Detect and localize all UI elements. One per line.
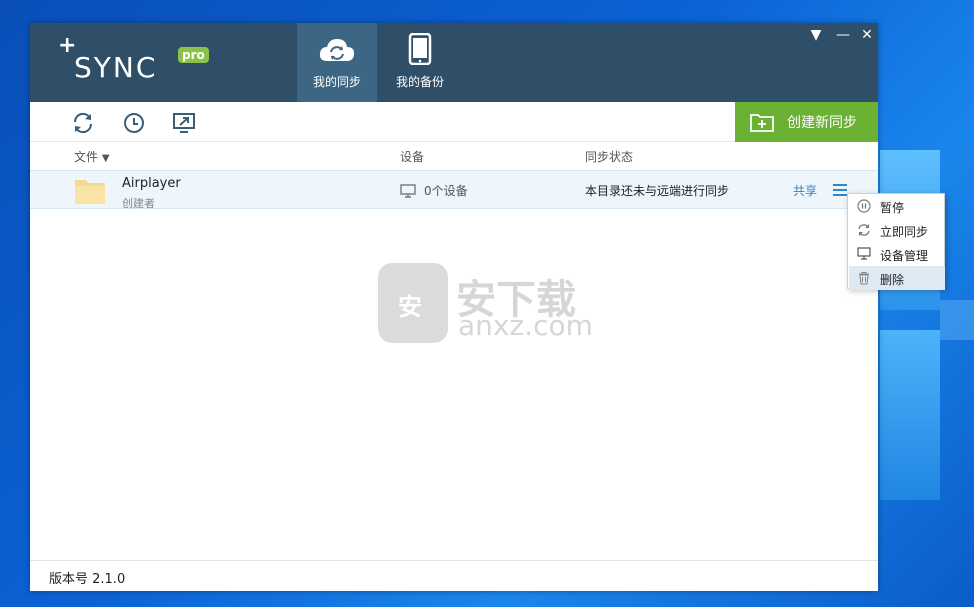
clock-icon[interactable] bbox=[121, 110, 147, 136]
toolbar: 创建新同步 bbox=[30, 102, 878, 142]
watermark-text-en: anxz.com bbox=[458, 309, 593, 342]
monitor-icon bbox=[400, 183, 416, 198]
sync-status: 本目录还未与远端进行同步 bbox=[585, 184, 730, 198]
menu-item-delete[interactable]: 删除 bbox=[849, 266, 945, 290]
device-count: 0个设备 bbox=[400, 182, 468, 199]
sync-icon bbox=[858, 224, 870, 236]
menu-item-sync-now[interactable]: 立即同步 bbox=[849, 218, 945, 242]
add-folder-icon bbox=[750, 114, 774, 132]
close-button[interactable]: ✕ bbox=[856, 27, 878, 43]
status-bar: 版本号 2.1.0 bbox=[30, 560, 878, 591]
title-bar: + SYNC pro 我的同步 我的备份 ▼ — ✕ bbox=[30, 23, 878, 102]
minimize-button[interactable]: — bbox=[832, 27, 854, 43]
create-sync-label: 创建新同步 bbox=[787, 115, 857, 131]
folder-creator: 创建者 bbox=[122, 197, 155, 210]
tab-my-sync[interactable]: 我的同步 bbox=[297, 23, 377, 102]
watermark: 安 安下载 anxz.com bbox=[378, 263, 618, 343]
share-link[interactable]: 共享 bbox=[793, 182, 817, 199]
sync-icon[interactable] bbox=[70, 110, 96, 136]
logo-word: SYNC bbox=[74, 51, 158, 84]
column-header-status: 同步状态 bbox=[585, 150, 634, 164]
folder-icon bbox=[75, 180, 105, 204]
desktop-logo-pane bbox=[940, 300, 974, 340]
menu-item-label: 立即同步 bbox=[880, 225, 929, 239]
folder-name: Airplayer bbox=[122, 176, 181, 191]
phone-icon bbox=[408, 33, 432, 65]
logo-pro-badge: pro bbox=[178, 47, 209, 63]
trash-icon bbox=[859, 271, 869, 285]
version-label: 版本号 2.1.0 bbox=[49, 572, 126, 587]
device-count-label: 0个设备 bbox=[424, 184, 468, 198]
watermark-badge: 安 bbox=[398, 293, 422, 321]
menu-item-pause[interactable]: 暂停 bbox=[849, 194, 945, 218]
column-header-device: 设备 bbox=[400, 150, 425, 164]
tab-label: 我的备份 bbox=[395, 75, 444, 89]
window-menu-button[interactable]: ▼ bbox=[805, 27, 827, 43]
context-menu: 暂停 立即同步 设备管理 删除 bbox=[847, 193, 945, 290]
cloud-sync-icon bbox=[319, 39, 355, 61]
table-row[interactable]: Airplayer 创建者 0个设备 本目录还未与远端进行同步 共享 bbox=[30, 170, 878, 210]
tab-my-backup[interactable]: 我的备份 bbox=[380, 23, 460, 102]
menu-item-label: 删除 bbox=[880, 273, 905, 287]
pause-icon bbox=[857, 199, 871, 213]
column-header-file-label: 文件 bbox=[74, 150, 99, 164]
menu-item-label: 设备管理 bbox=[880, 249, 929, 263]
sync-app-window: + SYNC pro 我的同步 我的备份 ▼ — ✕ 创建新同步 文件 ▼ 设备… bbox=[30, 23, 878, 591]
app-logo: + SYNC pro bbox=[54, 33, 224, 91]
menu-item-label: 暂停 bbox=[880, 201, 905, 215]
watermark-bag-icon: 安 bbox=[378, 263, 448, 343]
create-sync-button[interactable]: 创建新同步 bbox=[735, 102, 878, 142]
hamburger-menu-icon[interactable] bbox=[832, 183, 848, 197]
sort-down-icon: ▼ bbox=[101, 153, 110, 164]
desktop-logo-pane bbox=[880, 330, 940, 500]
menu-item-device-management[interactable]: 设备管理 bbox=[849, 242, 945, 266]
screen-cast-icon[interactable] bbox=[171, 110, 197, 136]
tab-label: 我的同步 bbox=[312, 75, 361, 89]
monitor-icon bbox=[857, 247, 871, 260]
column-header-file[interactable]: 文件 ▼ bbox=[74, 148, 110, 165]
